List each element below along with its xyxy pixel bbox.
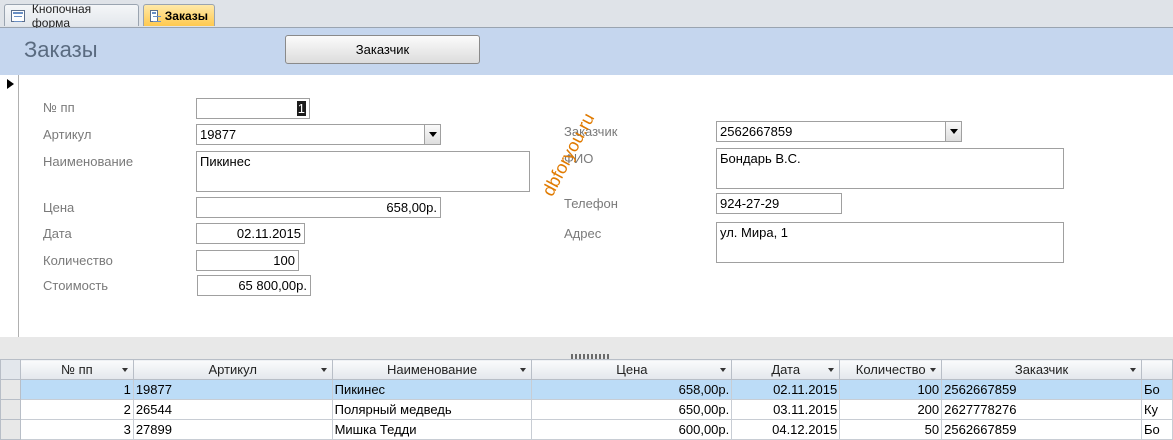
form-header — [0, 28, 1173, 75]
sort-chevron-down-icon[interactable] — [828, 368, 835, 372]
table-row[interactable]: 3 27899 Мишка Тедди 600,00р. 04.12.2015 … — [0, 419, 1173, 440]
tab-label: Кнопочная форма — [31, 1, 92, 30]
cell[interactable]: 26544 — [132, 399, 333, 420]
row-selector[interactable] — [0, 399, 21, 420]
cell[interactable]: 2627778276 — [941, 399, 1142, 420]
column-header-partial[interactable] — [1140, 359, 1173, 380]
table-row[interactable]: 1 19877 Пикинес 658,00р. 02.11.2015 100 … — [0, 379, 1173, 400]
order-no-field[interactable]: 1 — [196, 98, 310, 119]
cell[interactable]: Ку — [1140, 399, 1173, 420]
fio-field[interactable]: Бондарь В.С. — [716, 148, 1064, 189]
address-label: Адрес — [564, 226, 602, 241]
orders-table: № пп Артикул Наименование Цена Дата Коли… — [0, 359, 1173, 440]
customer-combo[interactable]: 2562667859 — [716, 121, 962, 142]
cell[interactable]: 3 — [19, 419, 134, 440]
table-row[interactable]: 2 26544 Полярный медведь 650,00р. 03.11.… — [0, 399, 1173, 420]
address-field[interactable]: ул. Мира, 1 — [716, 222, 1064, 263]
row-selector[interactable] — [0, 419, 21, 440]
cell[interactable]: 1 — [19, 379, 134, 400]
column-header[interactable]: Цена — [531, 359, 733, 380]
cost-field[interactable]: 65 800,00р. — [197, 275, 311, 296]
cell[interactable]: Бо — [1140, 379, 1173, 400]
cell[interactable]: Полярный медведь — [331, 399, 533, 420]
sort-chevron-down-icon[interactable] — [720, 368, 727, 372]
sort-chevron-down-icon[interactable] — [121, 368, 128, 372]
sort-chevron-down-icon[interactable] — [1129, 368, 1136, 372]
cell[interactable]: 2 — [19, 399, 134, 420]
cell[interactable]: 50 — [839, 419, 943, 440]
article-value: 19877 — [200, 127, 237, 142]
customer-dropdown-chevron-down-icon[interactable] — [945, 122, 961, 141]
cell[interactable]: 200 — [839, 399, 943, 420]
cell[interactable]: 04.12.2015 — [731, 419, 841, 440]
current-record-arrow-icon — [7, 79, 14, 89]
cell[interactable]: 2562667859 — [941, 419, 1142, 440]
cost-label: Стоимость — [43, 278, 109, 293]
form-icon — [150, 9, 161, 22]
cell[interactable]: 19877 — [132, 379, 333, 400]
name-field[interactable]: Пикинес — [196, 151, 530, 192]
table-header-row: № пп Артикул Наименование Цена Дата Коли… — [0, 359, 1173, 380]
customer-button[interactable]: Заказчик — [285, 35, 480, 64]
cell[interactable]: 100 — [839, 379, 943, 400]
date-field[interactable]: 02.11.2015 — [196, 223, 305, 244]
record-selector[interactable] — [0, 75, 19, 337]
phone-field[interactable]: 924-27-29 — [716, 193, 842, 214]
document-tab-bar: Кнопочная форма Заказы — [0, 0, 1173, 30]
sort-chevron-down-icon[interactable] — [930, 368, 937, 372]
tab-switchboard[interactable]: Кнопочная форма — [4, 2, 139, 30]
article-label: Артикул — [43, 127, 92, 142]
cell[interactable]: 03.11.2015 — [731, 399, 841, 420]
tab-orders[interactable]: Заказы — [143, 4, 215, 26]
phone-label: Телефон — [564, 196, 618, 211]
tab-label: Заказы — [164, 8, 208, 23]
row-selector[interactable] — [0, 379, 21, 400]
form-icon — [11, 9, 25, 22]
article-combo[interactable]: 19877 — [196, 124, 441, 145]
column-header[interactable]: Заказчик — [941, 359, 1142, 380]
column-header[interactable]: Количество — [839, 359, 943, 380]
column-header[interactable]: Дата — [731, 359, 841, 380]
price-label: Цена — [43, 200, 75, 215]
article-dropdown-chevron-down-icon[interactable] — [424, 125, 440, 144]
cell[interactable]: Пикинес — [331, 379, 533, 400]
cell[interactable]: 2562667859 — [941, 379, 1142, 400]
column-header[interactable]: Артикул — [132, 359, 333, 380]
sort-chevron-down-icon[interactable] — [520, 368, 527, 372]
select-all-corner[interactable] — [0, 359, 21, 380]
cell[interactable]: 27899 — [132, 419, 333, 440]
cell[interactable]: 600,00р. — [531, 419, 733, 440]
cell[interactable]: 02.11.2015 — [731, 379, 841, 400]
datasheet: № пп Артикул Наименование Цена Дата Коли… — [0, 359, 1173, 440]
cell[interactable]: Мишка Тедди — [331, 419, 533, 440]
cell[interactable]: Бо — [1140, 419, 1173, 440]
cell[interactable]: 658,00р. — [531, 379, 733, 400]
column-header[interactable]: Наименование — [331, 359, 533, 380]
name-label: Наименование — [43, 154, 134, 169]
order-no-label: № пп — [43, 100, 75, 115]
price-field[interactable]: 658,00р. — [196, 197, 441, 218]
column-header[interactable]: № пп — [19, 359, 134, 380]
cell[interactable]: 650,00р. — [531, 399, 733, 420]
date-label: Дата — [43, 226, 72, 241]
quantity-field[interactable]: 100 — [196, 250, 299, 271]
quantity-label: Количество — [43, 253, 113, 268]
customer-value: 2562667859 — [720, 124, 793, 139]
order-no-value: 1 — [296, 101, 306, 116]
sort-chevron-down-icon[interactable] — [320, 368, 327, 372]
form-title: Заказы — [24, 37, 98, 62]
